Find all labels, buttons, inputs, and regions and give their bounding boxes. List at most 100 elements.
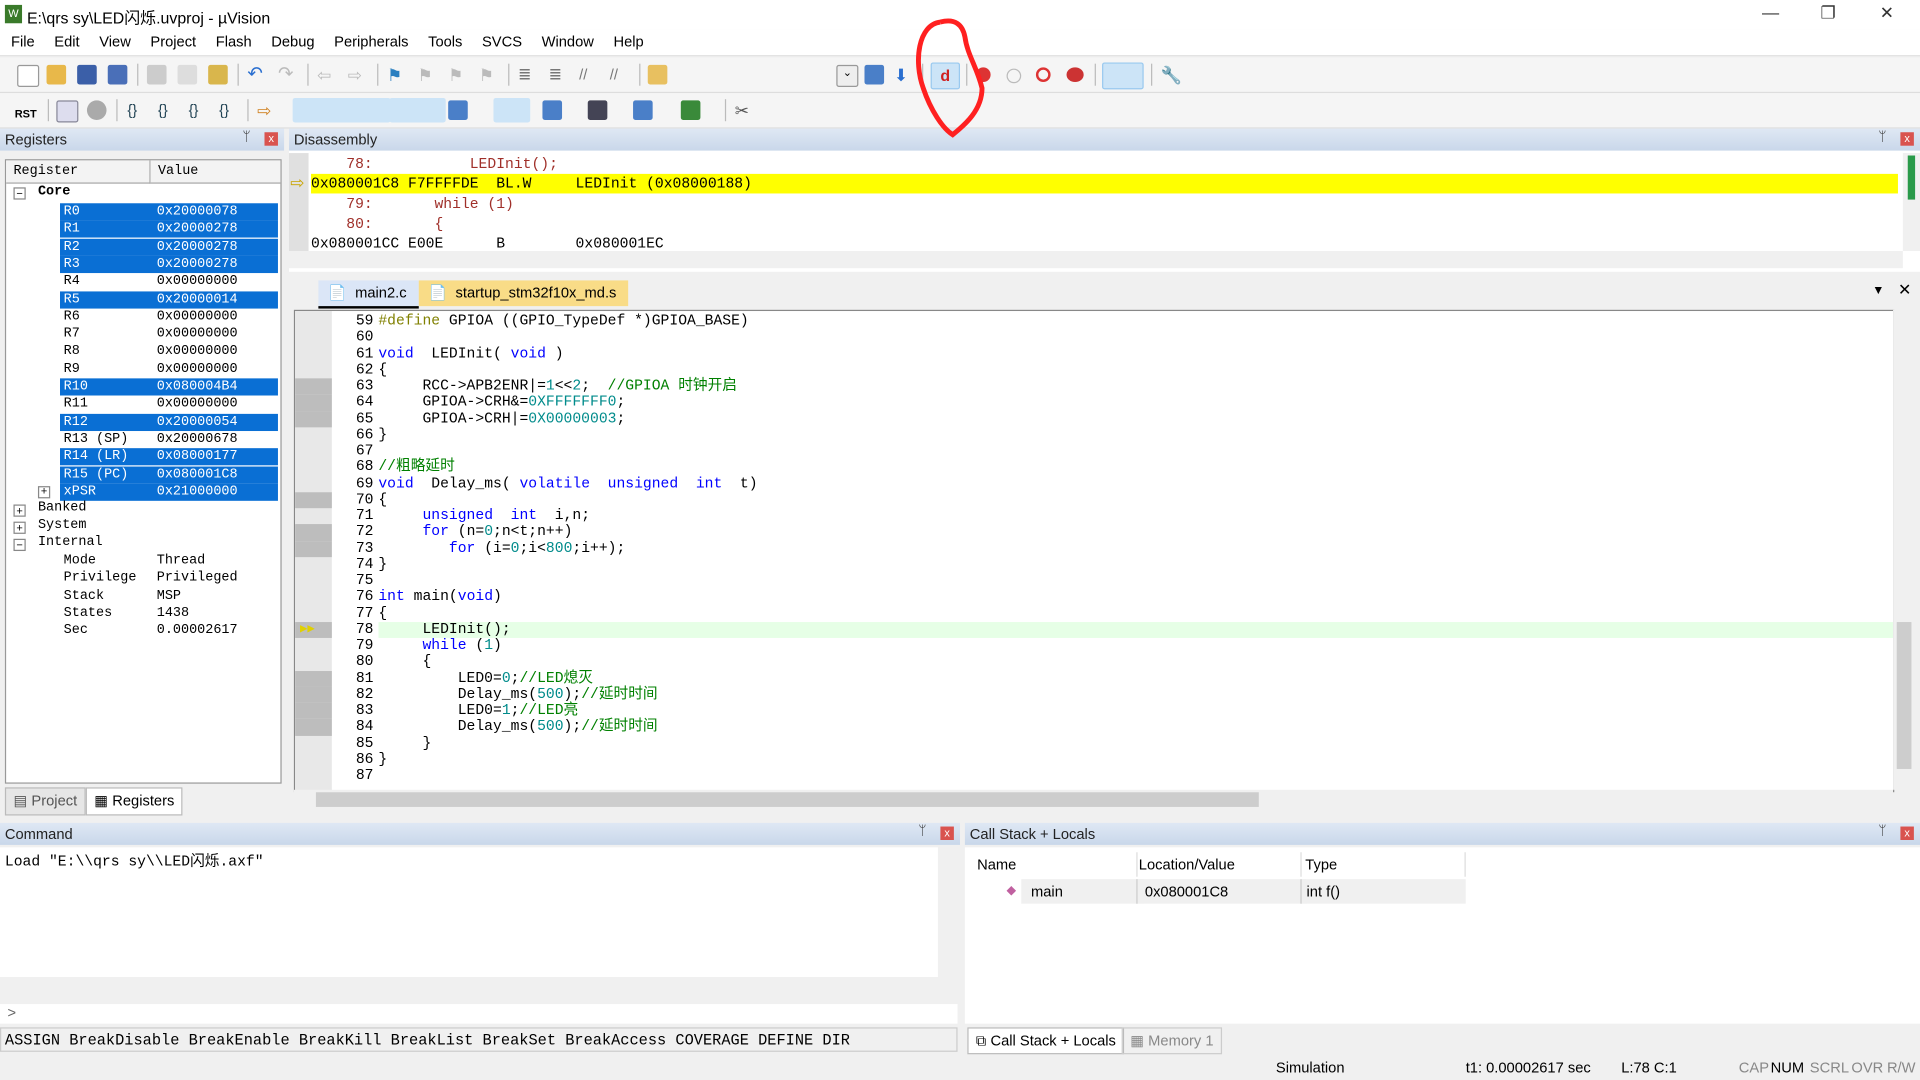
menu-edit[interactable]: Edit xyxy=(43,29,88,50)
code-line[interactable]: 79 while (1) xyxy=(295,637,1893,654)
tab-startup-file[interactable]: 📄 startup_stm32f10x_md.s xyxy=(418,280,629,307)
code-line[interactable]: 68//粗略延时 xyxy=(295,459,1893,475)
internal-row[interactable]: Mode Thread xyxy=(6,552,280,569)
close-tab-icon[interactable]: ✕ xyxy=(1898,280,1911,300)
group-system[interactable]: System xyxy=(38,518,87,533)
disassembly-line[interactable]: 78: LEDInit(); xyxy=(311,154,558,174)
code-line[interactable]: 70{ xyxy=(295,491,1893,508)
paste-icon[interactable] xyxy=(208,64,228,85)
code-line[interactable]: 71 unsigned int i,n; xyxy=(295,508,1893,524)
memory-window-icon[interactable] xyxy=(542,100,563,121)
pin-icon[interactable]: ᛘ xyxy=(918,824,926,839)
vertical-scrollbar[interactable] xyxy=(1893,309,1916,790)
navigate-back-icon[interactable]: ⇦ xyxy=(317,65,337,85)
register-row[interactable]: R10 0x080004B4 xyxy=(6,378,280,396)
code-line[interactable]: 69 void Delay_ms( volatile unsigned int t… xyxy=(295,475,1893,492)
register-value[interactable]: 0x00000000 xyxy=(157,326,238,343)
close-panel-icon[interactable]: x xyxy=(1900,132,1914,146)
register-row[interactable]: R9 0x00000000 xyxy=(6,361,280,378)
register-row[interactable]: R4 0x00000000 xyxy=(6,273,280,290)
kill-all-breakpoints-icon[interactable] xyxy=(1066,67,1084,83)
register-row[interactable]: R8 0x00000000 xyxy=(6,343,280,360)
horizontal-scrollbar[interactable] xyxy=(288,251,1903,269)
step-over-icon[interactable]: {} xyxy=(158,100,178,120)
minimize-button[interactable]: — xyxy=(1746,2,1795,26)
register-row[interactable]: R7 0x00000000 xyxy=(6,326,280,343)
enable-breakpoint-icon[interactable] xyxy=(1006,68,1022,84)
horizontal-scrollbar[interactable] xyxy=(293,789,1894,810)
close-panel-icon[interactable]: x xyxy=(1900,826,1914,841)
code-line[interactable]: 76 int main(void) xyxy=(295,589,1893,605)
register-value[interactable]: 0x20000014 xyxy=(157,291,238,308)
menu-peripherals[interactable]: Peripherals xyxy=(323,29,417,50)
save-icon[interactable] xyxy=(77,64,97,85)
menu-help[interactable]: Help xyxy=(602,29,652,50)
show-next-statement-icon[interactable]: ⇨ xyxy=(257,100,277,120)
pin-icon[interactable]: ᛘ xyxy=(1878,130,1886,145)
code-line[interactable]: ▶▶ 78 LEDInit(); xyxy=(295,621,1894,638)
register-row[interactable]: R3 0x20000278 xyxy=(6,255,280,273)
registers-tree[interactable]: Register Value − Core R0 0x20000078 R1 0x20… xyxy=(4,159,282,784)
window-layout-dropdown[interactable] xyxy=(1102,62,1144,90)
pin-icon[interactable]: ᛘ xyxy=(1878,824,1886,839)
call-stack-window-icon[interactable] xyxy=(448,100,468,121)
menu-window[interactable]: Window xyxy=(531,29,603,50)
disassembly-line[interactable]: 0x080001C8 F7FFFFDE BL.W LEDInit (0x0800… xyxy=(311,174,1898,194)
column-header-type[interactable]: Type xyxy=(1303,852,1466,877)
code-line[interactable]: 64 GPIOA->CRH&=0XFFFFFFF0; xyxy=(295,394,1893,411)
register-row[interactable]: R15 (PC) 0x080001C8 xyxy=(6,465,280,484)
watch-window-dropdown[interactable] xyxy=(493,97,531,123)
expand-icon[interactable]: + xyxy=(13,521,26,534)
find-in-files-icon[interactable] xyxy=(647,64,668,85)
register-row[interactable]: R2 0x20000278 xyxy=(6,238,280,256)
step-into-icon[interactable]: {} xyxy=(127,100,147,120)
menu-view[interactable]: View xyxy=(88,29,139,50)
close-panel-icon[interactable]: x xyxy=(940,826,954,841)
column-header-value[interactable]: Value xyxy=(150,160,281,184)
internal-row[interactable]: Privilege Privileged xyxy=(6,570,280,587)
expand-icon[interactable]: + xyxy=(13,504,26,517)
register-row[interactable]: R0 0x20000078 xyxy=(6,203,280,221)
save-all-icon[interactable] xyxy=(107,64,128,85)
tab-registers[interactable]: ▦ Registers xyxy=(85,787,183,816)
register-value[interactable]: 0x080001C8 xyxy=(157,466,238,483)
command-input[interactable]: > xyxy=(0,1004,958,1024)
vertical-scrollbar[interactable] xyxy=(1902,153,1920,252)
undo-icon[interactable]: ↶ xyxy=(247,64,267,85)
register-value[interactable]: 0x20000278 xyxy=(157,221,238,238)
stop-icon[interactable] xyxy=(86,100,107,121)
register-row[interactable]: R11 0x00000000 xyxy=(6,396,280,413)
code-line[interactable]: 73 for (i=0;i<800;i++); xyxy=(295,540,1893,557)
code-line[interactable]: 61 void LEDInit( void ) xyxy=(295,345,1893,362)
internal-row[interactable]: States 1438 xyxy=(6,605,280,622)
code-line[interactable]: 86} xyxy=(295,751,1893,768)
code-line[interactable]: 82 Delay_ms(500);//延时时间 xyxy=(295,686,1893,703)
menu-tools[interactable]: Tools xyxy=(417,29,471,50)
close-panel-icon[interactable]: x xyxy=(264,132,278,146)
register-value[interactable]: 0x00000000 xyxy=(157,343,238,360)
bookmark-icon[interactable]: ⚑ xyxy=(387,65,407,85)
internal-row[interactable]: Stack MSP xyxy=(6,587,280,604)
collapse-icon[interactable]: − xyxy=(13,187,26,200)
open-folder-icon[interactable] xyxy=(46,64,67,85)
expand-icon[interactable]: + xyxy=(37,485,51,499)
reset-button[interactable]: RST xyxy=(15,100,42,120)
tab-callstack-locals[interactable]: ⧉ Call Stack + Locals xyxy=(967,1027,1125,1055)
run-to-cursor-icon[interactable]: {} xyxy=(219,100,239,120)
register-row[interactable]: R14 (LR) 0x08000177 xyxy=(6,448,280,466)
internal-row[interactable]: Sec 0.00002617 xyxy=(6,622,280,639)
code-line[interactable]: 84 Delay_ms(500);//延时时间 xyxy=(295,718,1893,735)
cut-icon[interactable] xyxy=(146,64,167,85)
code-line[interactable]: 65 GPIOA->CRH|=0X00000003; xyxy=(295,410,1893,427)
disable-all-breakpoints-icon[interactable] xyxy=(1035,67,1051,83)
code-line[interactable]: 59 #define GPIOA ((GPIO_TypeDef *)GPIOA_B… xyxy=(295,313,1893,329)
register-row[interactable]: xPSR 0x21000000 + xyxy=(6,483,280,501)
disassembly-line[interactable]: 80: { xyxy=(311,214,443,234)
register-value[interactable]: 0x00000000 xyxy=(157,308,238,325)
register-value[interactable]: 0x20000278 xyxy=(157,238,238,255)
navigate-forward-icon[interactable]: ⇨ xyxy=(348,65,368,85)
code-line[interactable]: 72 for (n=0;n<t;n++) xyxy=(295,524,1893,540)
code-line[interactable]: 85 } xyxy=(295,735,1893,751)
column-header-register[interactable]: Register xyxy=(6,160,151,184)
register-value[interactable]: 0x20000054 xyxy=(157,413,238,430)
